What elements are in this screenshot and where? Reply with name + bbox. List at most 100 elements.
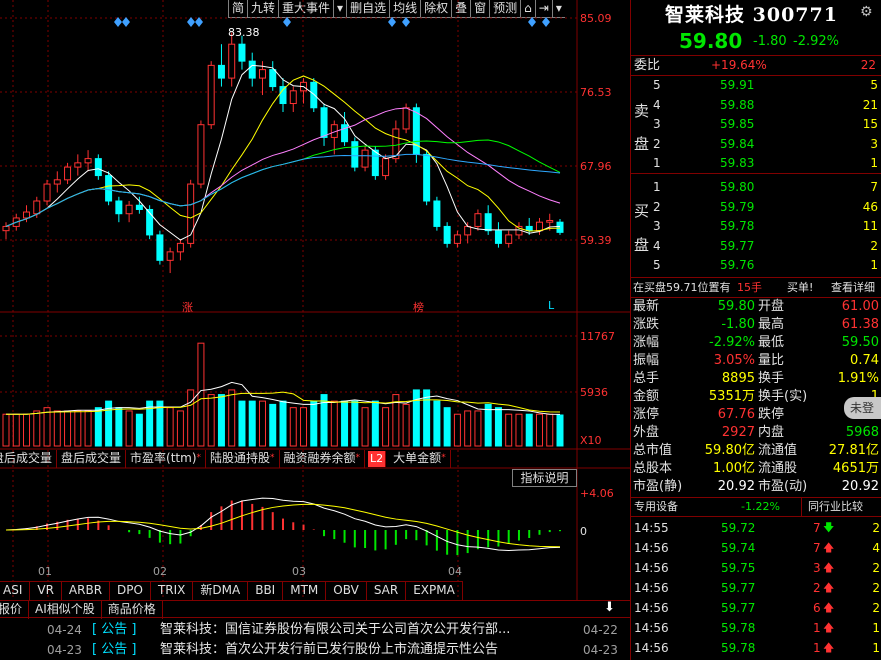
news-type-label: 公告 <box>101 622 128 637</box>
stat-value: 1.91% <box>837 371 879 386</box>
stat-label: 总股本 <box>633 461 673 476</box>
volume-bar <box>228 389 236 447</box>
stat-value: 3.05% <box>713 353 755 368</box>
stat-value: 67.76 <box>717 407 755 422</box>
sector-name: 专用设备 <box>634 500 678 513</box>
news-row[interactable]: 04-23 [ 公告 ] 智莱科技：首次公开发行前已发行股份上市流通提示性公告 04-… <box>0 640 630 660</box>
bottom-tab-obv[interactable]: OBV <box>326 582 367 600</box>
last-price: 59.80 <box>679 29 743 53</box>
news-title[interactable]: 智莱科技：国信证券股份有限公司关于公司首次公开发行部... <box>160 620 510 640</box>
stock-name: 智莱科技 300771 <box>665 0 838 27</box>
kline-chart-area[interactable]: 简九转 重大事件 ▾ 删自选 均线 除权叠窗预测 ⌂ ⇥ ▾ 85.09 76.53 67.96… <box>0 0 630 660</box>
login-badge[interactable]: 未登 <box>844 397 881 419</box>
bottom-tab-dpo[interactable]: DPO <box>110 582 151 600</box>
indicator-tab-label: 盘后成交量 <box>0 451 53 465</box>
tick-row: 14:56 59.77 2 🡅 2 <box>631 578 881 598</box>
indicator-tab[interactable]: 市盈率(ttm)* <box>126 450 206 468</box>
price-axis-label: 85.09 <box>580 12 612 25</box>
news-tab[interactable]: 商品价格 <box>102 601 163 619</box>
gear-icon[interactable]: ⚙ <box>860 4 873 20</box>
candle-body <box>23 211 31 219</box>
bottom-tab-新dma[interactable]: 新DMA <box>193 582 249 600</box>
bottom-tab-arbr[interactable]: ARBR <box>62 582 111 600</box>
bottom-tab-mtm[interactable]: MTM <box>283 582 327 600</box>
buy-level-row[interactable]: 5 59.76 1 <box>631 256 881 275</box>
news-type-label: 公告 <box>101 642 128 657</box>
stat-row: 最新 59.80 开盘 61.00 <box>631 298 881 316</box>
candle-body <box>125 204 133 215</box>
volume-bar <box>443 407 451 447</box>
sell-level-row[interactable]: 2 59.84 3 <box>631 135 881 154</box>
tick-price: 59.78 <box>721 621 756 635</box>
indicator-tab[interactable]: 陆股通持股* <box>206 450 280 468</box>
volume-bar <box>484 403 492 447</box>
sell-level-row[interactable]: 4 59.88 21 <box>631 96 881 115</box>
bottom-tab-expma[interactable]: EXPMA <box>406 582 463 600</box>
volume-bar <box>84 410 92 447</box>
indicator-tab[interactable]: 融资融券余额* <box>280 450 366 468</box>
candle-body <box>207 64 215 126</box>
volume-bar <box>2 413 10 447</box>
stat-label: 涨幅 <box>633 335 660 350</box>
event-marker-l[interactable]: L <box>548 299 554 312</box>
notice-action: 买单! <box>787 281 814 294</box>
sell-volume: 1 <box>870 156 878 170</box>
event-marker-bang[interactable]: 榜 <box>413 299 424 315</box>
sector-compare-link[interactable]: 同行业比较 <box>801 498 881 516</box>
event-marker-zhang[interactable]: 涨 <box>182 299 193 315</box>
candle-body <box>320 107 328 138</box>
stat-value: 59.80亿 <box>704 443 755 458</box>
stat-label: 最低 <box>758 335 785 350</box>
indicator-explain-button[interactable]: 指标说明 <box>512 469 577 487</box>
news-tab[interactable]: AI相似个股 <box>29 601 102 619</box>
sell-volume: 21 <box>862 97 878 112</box>
stat-row: 涨跌 -1.80 最高 61.38 <box>631 316 881 334</box>
buy-level-row[interactable]: 3 59.78 11 <box>631 217 881 236</box>
sell-level-row[interactable]: 1 59.83 1 <box>631 154 881 173</box>
arrow-up-icon: 🡅 <box>823 561 835 574</box>
volume-bar <box>125 410 133 447</box>
indicator-tab[interactable]: L2 <box>368 451 387 467</box>
buy-level-row[interactable]: 4 59.77 2 <box>631 237 881 256</box>
volume-bar <box>494 407 502 447</box>
stat-value: 5351万 <box>708 389 755 404</box>
stat-value: 59.50 <box>841 335 879 350</box>
bottom-tab-sar[interactable]: SAR <box>367 582 407 600</box>
stat-value: 8895 <box>721 371 755 386</box>
news-row[interactable]: 04-24 [ 公告 ] 智莱科技：国信证券股份有限公司关于公司首次公开发行部...… <box>0 620 630 640</box>
indicator-tab-label: 市盈率(ttm) <box>130 451 197 465</box>
tick-volume: 7 <box>813 521 821 535</box>
chart-canvas[interactable] <box>0 0 630 660</box>
candle-body <box>453 234 461 244</box>
download-icon[interactable]: ⬇ <box>604 600 615 615</box>
bottom-tab-trix[interactable]: TRIX <box>151 582 194 600</box>
sector-row: 专用设备 -1.22% 同行业比较 <box>631 498 881 516</box>
bottom-tab-asi[interactable]: ASI <box>0 582 31 600</box>
news-type: [ 公告 ] <box>92 642 137 657</box>
stat-label: 量比 <box>758 353 785 368</box>
volume-bar <box>382 407 390 447</box>
indicator-tab[interactable]: 大单金额* <box>389 450 451 468</box>
volume-bar <box>135 413 143 447</box>
stat-label: 最高 <box>758 317 785 332</box>
bottom-tab-bbi[interactable]: BBI <box>248 582 284 600</box>
buy-price: 59.78 <box>720 219 755 233</box>
indicator-tab-mark: * <box>355 453 361 463</box>
indicator-tab[interactable]: 盘后成交量 <box>57 450 127 468</box>
volume-bar <box>535 413 543 447</box>
indicator-tab[interactable]: 盘后成交量 <box>0 450 58 468</box>
notice-detail-link[interactable]: 查看详细 <box>831 278 875 297</box>
bottom-tab-vr[interactable]: VR <box>30 582 62 600</box>
news-tab[interactable]: 报价 <box>0 601 30 619</box>
candle-body <box>166 251 174 261</box>
buy-level-row[interactable]: 2 59.79 46 <box>631 198 881 217</box>
sell-level-row[interactable]: 5 59.91 5 <box>631 76 881 95</box>
event-diamond-icon <box>542 17 550 27</box>
sector-pct: -1.22% <box>741 500 780 513</box>
sell-level-row[interactable]: 3 59.85 15 <box>631 115 881 134</box>
news-title[interactable]: 智莱科技：首次公开发行前已发行股份上市流通提示性公告 <box>160 640 498 660</box>
candle-body <box>33 200 41 215</box>
buy-level-row[interactable]: 1 59.80 7 <box>631 178 881 197</box>
tick-time: 14:56 <box>634 561 669 575</box>
indicator-tab-mark: * <box>441 453 446 463</box>
